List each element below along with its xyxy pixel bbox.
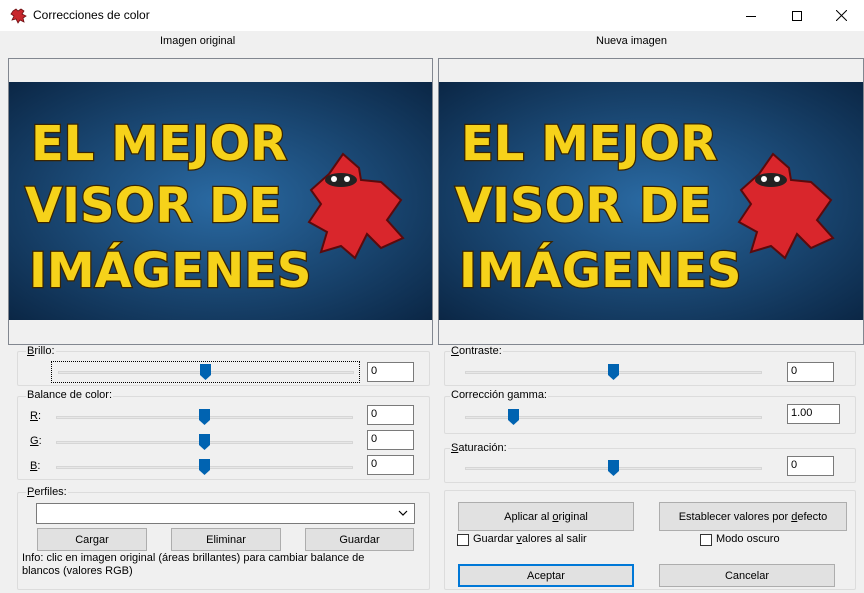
slider-thumb[interactable] — [199, 409, 210, 425]
gamma-label: Corrección gamma: — [450, 389, 548, 401]
new-image: EL MEJOR VISOR DE IMÁGENES — [439, 82, 863, 320]
gamma-slider[interactable] — [465, 408, 762, 428]
slider-thumb[interactable] — [508, 409, 519, 425]
g-slider[interactable] — [56, 433, 353, 453]
image-text-line: VISOR DE — [455, 178, 712, 234]
brillo-value[interactable]: 0 — [367, 362, 414, 382]
b-value[interactable]: 0 — [367, 455, 414, 475]
original-image-panel[interactable]: EL MEJOR VISOR DE IMÁGENES — [8, 58, 433, 345]
brillo-label: Brillo: — [26, 345, 56, 357]
slider-thumb[interactable] — [608, 364, 619, 380]
chevron-down-icon — [398, 510, 408, 516]
dark-mode-label: Modo oscuro — [716, 533, 780, 545]
g-value[interactable]: 0 — [367, 430, 414, 450]
contraste-label: Contraste: — [450, 345, 503, 357]
contraste-slider[interactable] — [465, 363, 762, 383]
save-on-exit-label: Guardar valores al salir — [473, 533, 587, 545]
load-profile-button[interactable]: Cargar — [37, 528, 147, 551]
maximize-icon — [792, 10, 802, 21]
slider-thumb[interactable] — [200, 364, 211, 380]
b-label: B: — [30, 460, 41, 472]
accept-button[interactable]: Aceptar — [458, 564, 634, 587]
perfiles-label: Perfiles: — [26, 486, 68, 498]
saturacion-label: Saturación: — [450, 442, 508, 454]
saturacion-value[interactable]: 0 — [787, 456, 834, 476]
apply-original-button[interactable]: Aplicar al original — [458, 502, 634, 531]
original-image-label: Imagen original — [160, 35, 236, 47]
close-button[interactable] — [818, 0, 864, 31]
gamma-value[interactable]: 1.00 — [787, 404, 840, 424]
dark-mode-checkbox[interactable] — [700, 534, 712, 546]
brillo-slider[interactable] — [51, 361, 360, 383]
r-slider[interactable] — [56, 408, 353, 428]
save-profile-button[interactable]: Guardar — [305, 528, 414, 551]
window-title: Correcciones de color — [33, 8, 150, 22]
delete-profile-button[interactable]: Eliminar — [171, 528, 281, 551]
irfanview-icon — [10, 8, 27, 24]
minimize-button[interactable] — [728, 0, 774, 31]
slider-thumb[interactable] — [199, 434, 210, 450]
image-text-line: EL MEJOR — [31, 116, 287, 172]
contraste-value[interactable]: 0 — [787, 362, 834, 382]
slider-thumb[interactable] — [608, 460, 619, 476]
original-image[interactable]: EL MEJOR VISOR DE IMÁGENES — [9, 82, 432, 320]
new-image-label: Nueva imagen — [596, 35, 667, 47]
brillo-label-rest: rillo: — [34, 345, 55, 357]
set-defaults-button[interactable]: Establecer valores por defecto — [659, 502, 847, 531]
image-text-line: IMÁGENES — [459, 242, 742, 299]
saturacion-slider[interactable] — [465, 459, 762, 479]
minimize-icon — [746, 15, 756, 17]
profile-select[interactable] — [36, 503, 415, 524]
image-text-line: EL MEJOR — [461, 116, 717, 172]
slider-thumb[interactable] — [199, 459, 210, 475]
r-label: R: — [30, 410, 42, 422]
balance-label: Balance de color: — [26, 389, 113, 401]
cancel-button[interactable]: Cancelar — [659, 564, 835, 587]
b-slider[interactable] — [56, 458, 353, 478]
g-label: G: — [30, 435, 42, 447]
r-value[interactable]: 0 — [367, 405, 414, 425]
maximize-button[interactable] — [774, 0, 820, 31]
image-text-line: IMÁGENES — [29, 242, 312, 299]
close-icon — [835, 10, 847, 21]
info-text: Info: clic en imagen original (áreas bri… — [22, 552, 365, 577]
image-text-line: VISOR DE — [25, 178, 282, 234]
title-bar: Correcciones de color — [0, 0, 864, 31]
new-image-panel: EL MEJOR VISOR DE IMÁGENES — [438, 58, 864, 345]
save-on-exit-checkbox[interactable] — [457, 534, 469, 546]
